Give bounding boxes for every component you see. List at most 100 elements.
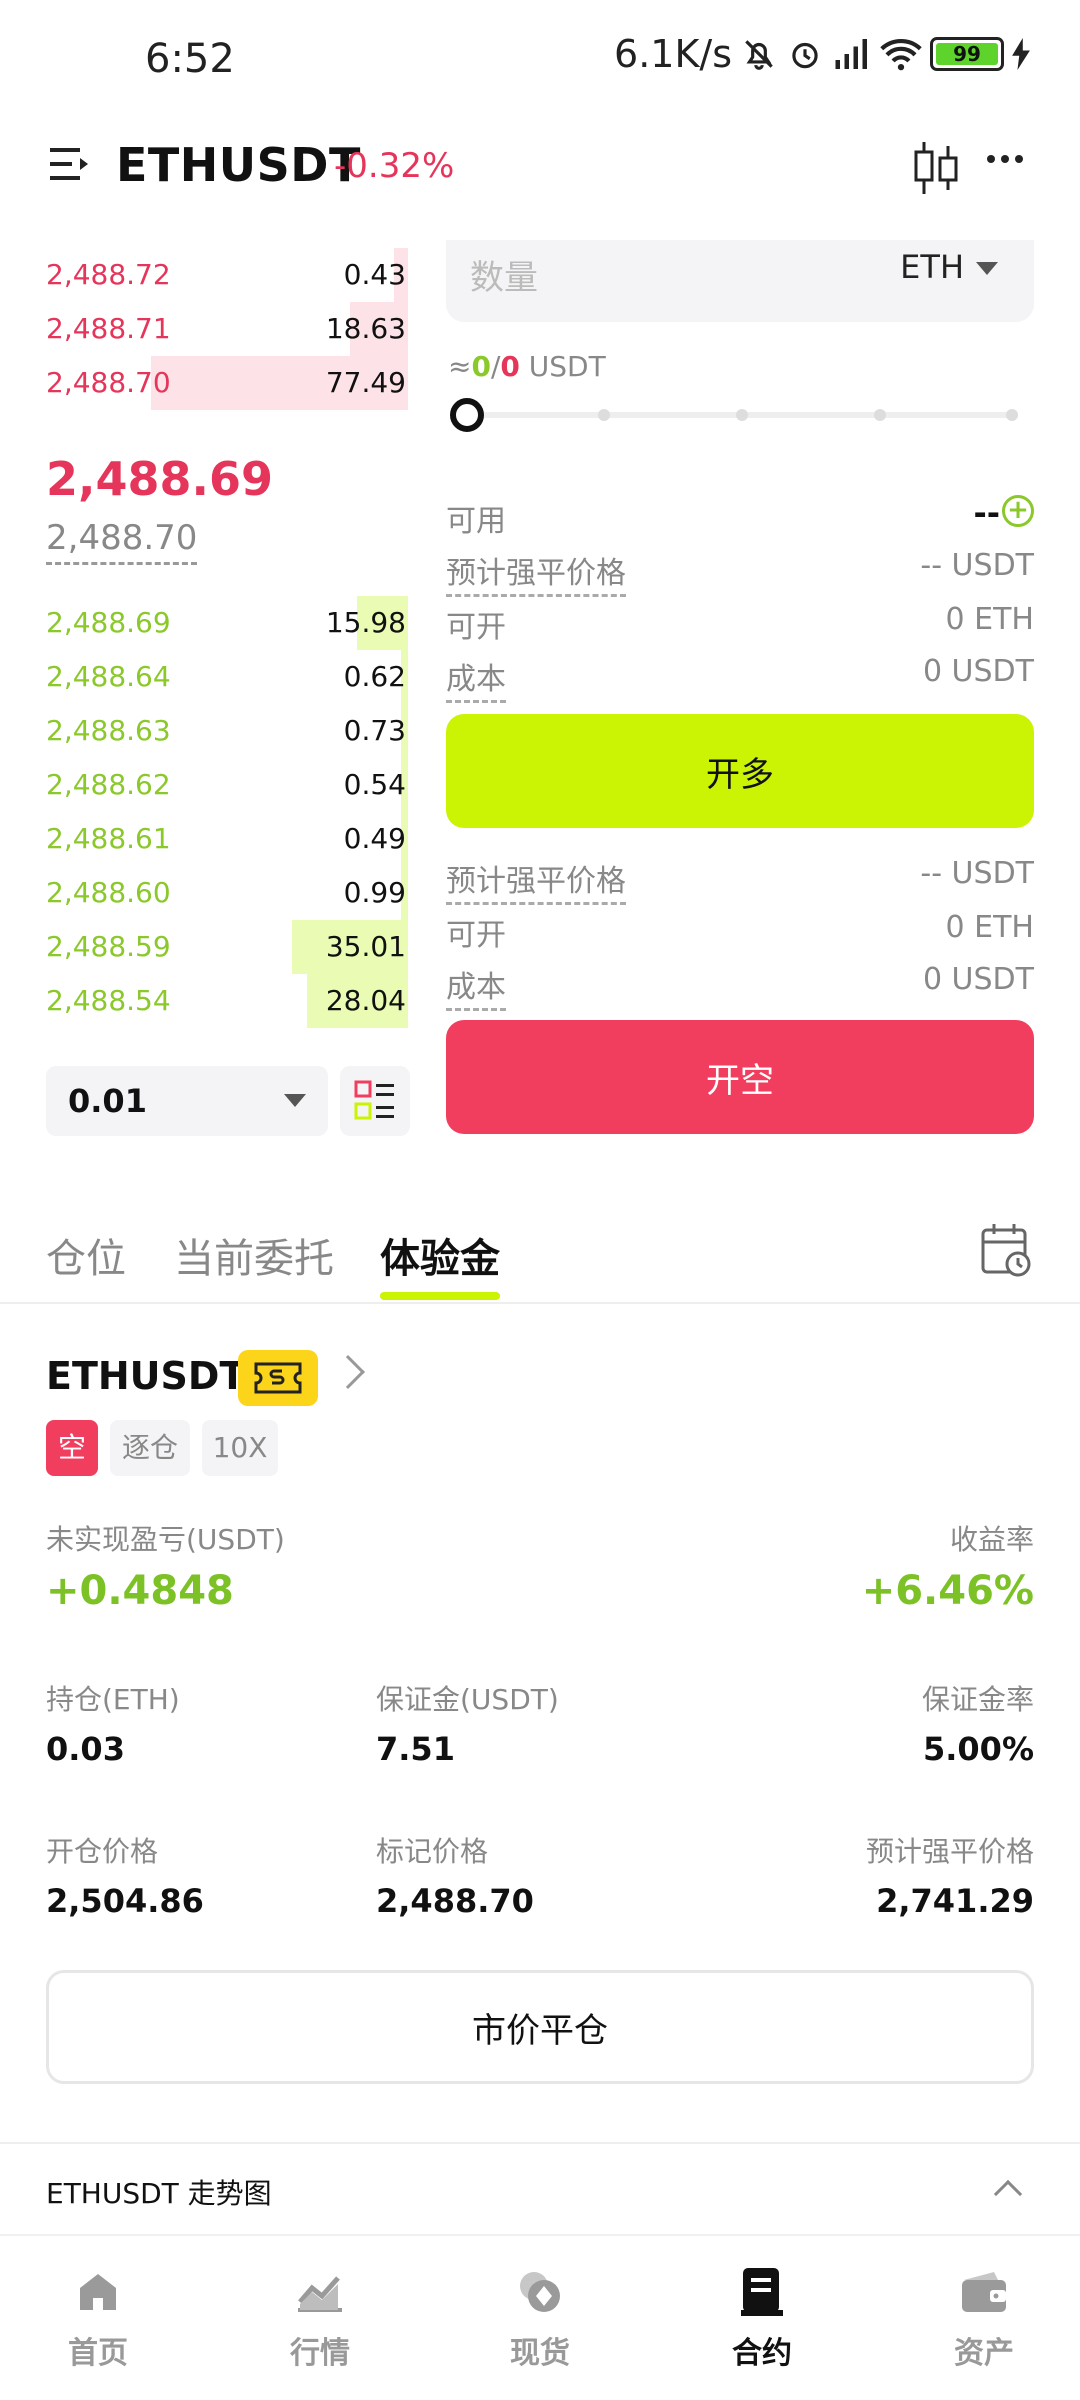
short-cost-value: 0 USDT	[922, 962, 1034, 997]
quantity-unit[interactable]: ETH	[900, 248, 964, 286]
tab-trial-fund[interactable]: 体验金	[380, 1226, 500, 1284]
bid-row[interactable]: 2,488.60 0.99	[46, 866, 408, 920]
long-liq-label[interactable]: 预计强平价格	[446, 548, 626, 597]
order-qty: 18.63	[325, 312, 406, 345]
history-calendar-icon[interactable]	[980, 1222, 1032, 1282]
nav-spot[interactable]: 现货	[470, 2262, 610, 2372]
order-price: 2,488.69	[46, 606, 171, 639]
signal-icon	[832, 36, 872, 72]
order-qty: 0.99	[343, 876, 406, 909]
contract-icon	[692, 2262, 832, 2322]
market-close-button[interactable]: 市价平仓	[46, 1970, 1034, 2084]
margin-rate-value: 5.00%	[922, 1730, 1034, 1768]
short-liq-label[interactable]: 预计强平价格	[446, 856, 626, 905]
slider-thumb[interactable]	[450, 398, 484, 432]
order-price: 2,488.61	[46, 822, 171, 855]
order-qty: 15.98	[325, 606, 406, 639]
available-value: --	[973, 494, 1000, 532]
roe-value: +6.46%	[861, 1568, 1034, 1614]
size-label: 持仓(ETH)	[46, 1683, 180, 1716]
long-open-value: 0 ETH	[945, 602, 1034, 637]
menu-icon[interactable]	[50, 146, 90, 186]
bid-row[interactable]: 2,488.64 0.62	[46, 650, 408, 704]
quantity-placeholder: 数量	[470, 258, 538, 298]
order-price: 2,488.70	[46, 366, 171, 399]
pnl-value: +0.4848	[46, 1568, 234, 1614]
price-step-value: 0.01	[68, 1082, 147, 1120]
amount-slider[interactable]	[458, 409, 1018, 421]
order-qty: 0.49	[343, 822, 406, 855]
open-short-button[interactable]: 开空	[446, 1020, 1034, 1134]
tab-indicator	[380, 1292, 500, 1300]
margin-value: 7.51	[376, 1730, 455, 1768]
section-divider	[0, 2142, 1080, 2144]
long-cost-label[interactable]: 成本	[446, 654, 506, 703]
margin-mode-badge: 逐仓	[110, 1420, 190, 1476]
chevron-up-icon[interactable]	[993, 2179, 1023, 2209]
bid-row[interactable]: 2,488.59 35.01	[46, 920, 408, 974]
chevron-right-icon[interactable]	[331, 1355, 365, 1389]
charging-icon	[1012, 38, 1030, 70]
quantity-input[interactable]: 数量 ETH	[446, 240, 1034, 322]
nav-markets[interactable]: 行情	[250, 2262, 390, 2372]
nav-futures[interactable]: 合约	[692, 2262, 832, 2372]
orderbook-view-toggle[interactable]	[340, 1066, 410, 1136]
margin-label: 保证金(USDT)	[376, 1683, 559, 1716]
bid-row[interactable]: 2,488.61 0.49	[46, 812, 408, 866]
long-cost-value: 0 USDT	[922, 654, 1034, 689]
mark-price-value: 2,488.70	[376, 1882, 534, 1920]
tab-positions[interactable]: 仓位	[46, 1226, 126, 1284]
coin-icon	[470, 2262, 610, 2322]
ask-row[interactable]: 2,488.70 77.49	[46, 356, 408, 410]
add-funds-icon[interactable]: +	[1002, 495, 1034, 527]
long-open-label: 可开	[446, 610, 506, 645]
tabs-divider	[0, 1302, 1080, 1304]
price-step-select[interactable]: 0.01	[46, 1066, 328, 1136]
order-price: 2,488.54	[46, 984, 171, 1017]
order-qty: 0.73	[343, 714, 406, 747]
orderbook-layout-icon	[354, 1080, 394, 1120]
nav-assets[interactable]: 资产	[914, 2262, 1054, 2372]
pnl-label: 未实现盈亏(USDT)	[46, 1523, 285, 1556]
slider-step[interactable]	[598, 409, 610, 421]
candlestick-icon[interactable]	[912, 140, 960, 200]
order-qty: 77.49	[325, 366, 406, 399]
short-cost-label[interactable]: 成本	[446, 962, 506, 1011]
liq-price-label: 预计强平价格	[865, 1835, 1034, 1868]
order-price: 2,488.71	[46, 312, 171, 345]
bid-row[interactable]: 2,488.69 15.98	[46, 596, 408, 650]
position-symbol[interactable]: ETHUSDT	[46, 1354, 245, 1398]
mute-bell-icon	[740, 35, 778, 73]
order-price: 2,488.72	[46, 258, 171, 291]
tab-open-orders[interactable]: 当前委托	[174, 1226, 334, 1284]
order-qty: 0.54	[343, 768, 406, 801]
ask-row[interactable]: 2,488.72 0.43	[46, 248, 408, 302]
bid-row[interactable]: 2,488.62 0.54	[46, 758, 408, 812]
more-icon[interactable]	[985, 150, 1025, 169]
bid-row[interactable]: 2,488.54 28.04	[46, 974, 408, 1028]
ask-row[interactable]: 2,488.71 18.63	[46, 302, 408, 356]
margin-rate-label: 保证金率	[921, 1683, 1034, 1716]
slider-step[interactable]	[736, 409, 748, 421]
last-price: 2,488.69	[46, 452, 273, 506]
trend-chart-title[interactable]: ETHUSDT 走势图	[46, 2172, 272, 2212]
slider-step[interactable]	[1006, 409, 1018, 421]
network-speed: 6.1K/s	[614, 32, 732, 76]
short-liq-value: -- USDT	[920, 856, 1034, 891]
bid-row[interactable]: 2,488.63 0.73	[46, 704, 408, 758]
mark-price[interactable]: 2,488.70	[46, 518, 198, 565]
wifi-icon	[880, 36, 922, 72]
size-value: 0.03	[46, 1730, 125, 1768]
short-open-label: 可开	[446, 918, 506, 953]
order-price: 2,488.62	[46, 768, 171, 801]
roe-label: 收益率	[949, 1523, 1034, 1556]
chart-trend-icon	[250, 2262, 390, 2322]
status-time: 6:52	[145, 36, 235, 82]
entry-price-label: 开仓价格	[46, 1835, 159, 1868]
chevron-down-icon	[976, 262, 998, 275]
slider-step[interactable]	[874, 409, 886, 421]
open-long-button[interactable]: 开多	[446, 714, 1034, 828]
position-side-badge: 空	[46, 1420, 98, 1476]
nav-home[interactable]: 首页	[28, 2262, 168, 2372]
page-title[interactable]: ETHUSDT	[116, 138, 361, 192]
